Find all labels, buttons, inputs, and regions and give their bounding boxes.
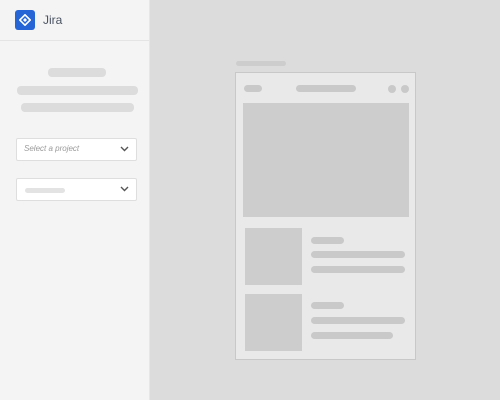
- card-line-placeholder: [311, 251, 405, 258]
- placeholder-line: [17, 86, 138, 95]
- project-select[interactable]: Select a project: [16, 138, 137, 161]
- card-title-placeholder: [311, 237, 344, 244]
- sidebar: Jira Select a project: [0, 0, 150, 400]
- placeholder-title: [48, 68, 106, 77]
- jira-logo-icon: [15, 10, 35, 30]
- frame-header-dot: [388, 85, 396, 93]
- frame-header-title-placeholder: [296, 85, 356, 92]
- card-thumbnail-placeholder: [245, 294, 302, 351]
- frame-header-left-placeholder: [244, 85, 262, 92]
- select-value-placeholder: [25, 188, 65, 193]
- card-line-placeholder: [311, 332, 393, 339]
- preview-caption-placeholder: [236, 61, 286, 66]
- project-select-placeholder: Select a project: [24, 144, 80, 153]
- secondary-select[interactable]: [16, 178, 137, 201]
- card-thumbnail-placeholder: [245, 228, 302, 285]
- chevron-down-icon: [120, 186, 129, 192]
- card-line-placeholder: [311, 317, 405, 324]
- card-line-placeholder: [311, 266, 405, 273]
- app-name: Jira: [43, 13, 63, 27]
- preview-frame: [235, 72, 416, 360]
- diamond-icon: [19, 14, 31, 26]
- chevron-down-icon: [120, 146, 129, 152]
- hero-image-placeholder: [243, 103, 409, 217]
- card-title-placeholder: [311, 302, 344, 309]
- frame-header-dot: [401, 85, 409, 93]
- placeholder-line: [21, 103, 134, 112]
- sidebar-header: Jira: [0, 0, 149, 41]
